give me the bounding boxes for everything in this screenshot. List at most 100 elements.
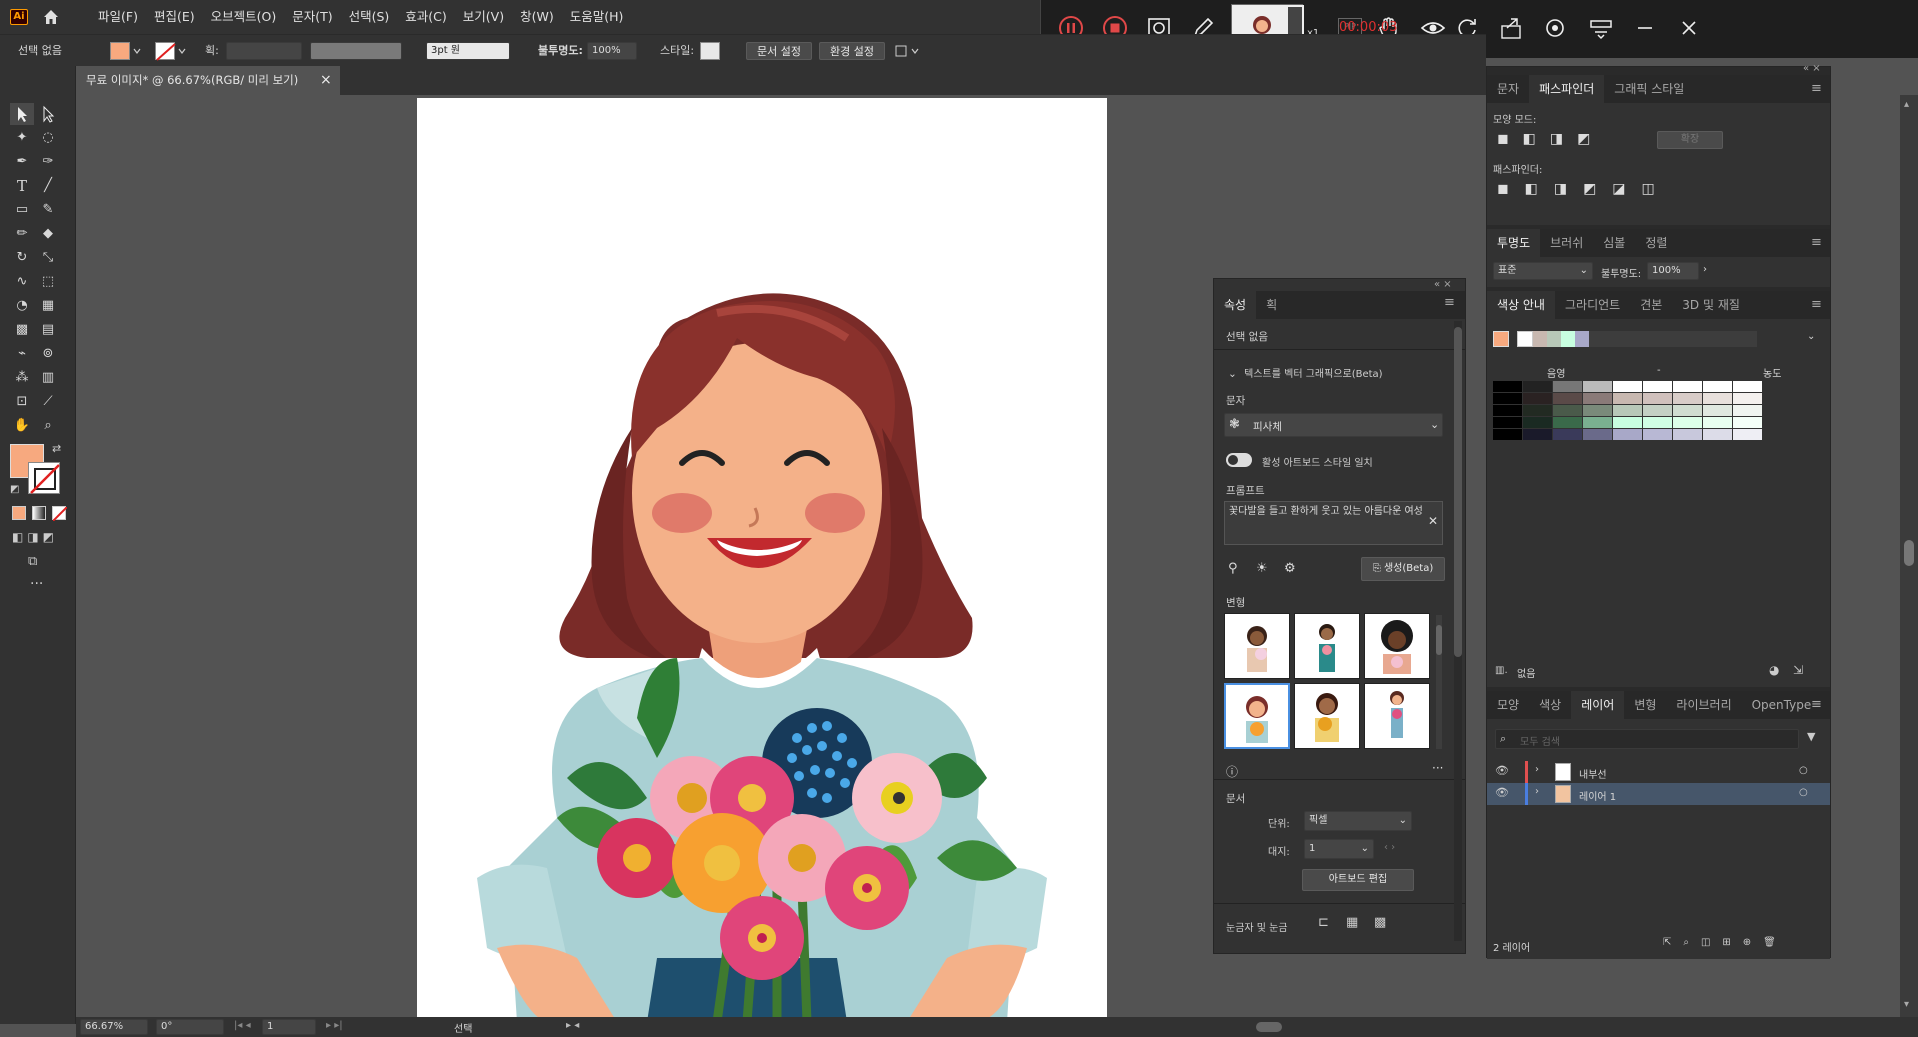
subject-select[interactable]: ❃ 피사체 ⌄ <box>1224 413 1443 437</box>
menu-item[interactable]: 효과(C) <box>397 0 454 34</box>
color-variations-grid[interactable] <box>1493 381 1823 465</box>
color-swatch[interactable] <box>1583 405 1612 416</box>
color-swatch[interactable] <box>1523 417 1552 428</box>
variation-thumbnail[interactable] <box>1294 613 1360 679</box>
fill-swatch[interactable] <box>110 42 130 60</box>
pathfinder-tab[interactable]: 그래픽 스타일 <box>1604 75 1694 103</box>
pathfinder-tab[interactable]: 패스파인더 <box>1529 75 1605 103</box>
color-swatch[interactable] <box>1583 381 1612 392</box>
drawing-modes-icon[interactable]: ◧◨◩ <box>12 530 66 546</box>
color-swatch[interactable] <box>1493 393 1522 404</box>
line-tool-icon[interactable]: ╱ <box>36 175 60 197</box>
color-swatch[interactable] <box>1523 393 1552 404</box>
document-tab[interactable]: 무료 이미지* @ 66.67%(RGB/ 미리 보기) × <box>76 66 340 95</box>
paintbrush-tool-icon[interactable]: ✎ <box>36 199 60 221</box>
menu-item[interactable]: 도움말(H) <box>562 0 632 34</box>
properties-tab[interactable]: 속성 <box>1214 291 1257 319</box>
type-tool-icon[interactable]: T <box>10 175 34 197</box>
rectangle-tool-icon[interactable]: ▭ <box>10 199 34 221</box>
chevron-down-icon[interactable]: ⌄ <box>1807 331 1815 342</box>
color-swatch[interactable] <box>1553 393 1582 404</box>
color-swatch[interactable] <box>1523 405 1552 416</box>
swap-colors-icon[interactable]: ⇄ <box>52 442 66 456</box>
settings-icon[interactable] <box>1541 14 1569 42</box>
warp-tool-icon[interactable]: ∿ <box>10 271 34 293</box>
filter-icon[interactable]: ▼ <box>1807 730 1815 743</box>
color-swatch[interactable] <box>1613 417 1642 428</box>
transparency-tab[interactable]: 브러쉬 <box>1540 229 1593 257</box>
color-swatch[interactable] <box>1703 381 1732 392</box>
more-options-icon[interactable]: ··· <box>1432 761 1443 775</box>
transparency-tab[interactable]: 심볼 <box>1593 229 1635 257</box>
transparency-tab[interactable]: 정렬 <box>1635 229 1677 257</box>
minimize-icon[interactable] <box>1631 14 1659 42</box>
document-setup-button[interactable]: 문서 설정 <box>746 42 812 60</box>
collapse-panel-icon[interactable]: « × <box>1434 279 1452 290</box>
pathfinder-buttons[interactable]: ◼◧◨◩◪◫ <box>1497 181 1717 199</box>
ruler-icon[interactable]: ⊏ <box>1318 915 1329 930</box>
panel-menu-icon[interactable]: ≡ <box>1811 697 1822 712</box>
color-swatch[interactable] <box>1733 405 1762 416</box>
visibility-eye-icon[interactable]: 👁 <box>1495 764 1509 777</box>
column-graph-tool-icon[interactable]: ▥ <box>36 367 60 389</box>
lasso-tool-icon[interactable]: ◌ <box>36 127 60 149</box>
scale-tool-icon[interactable]: ⤡ <box>36 247 60 269</box>
opacity-input[interactable]: 100% <box>1647 262 1699 280</box>
color-swatch[interactable] <box>1703 393 1732 404</box>
curvature-tool-icon[interactable]: ✑ <box>36 151 60 173</box>
color-swatch[interactable] <box>1673 393 1702 404</box>
grid-icon[interactable]: ▦ <box>1346 915 1358 930</box>
home-icon[interactable] <box>42 8 60 26</box>
color-swatch[interactable] <box>1523 429 1552 440</box>
layers-tab[interactable]: 변형 <box>1624 691 1666 719</box>
color-guide-tab[interactable]: 견본 <box>1630 291 1672 319</box>
clear-prompt-icon[interactable]: ✕ <box>1428 515 1438 528</box>
menu-item[interactable]: 파일(F) <box>90 0 146 34</box>
gradient-mode-icon[interactable] <box>32 506 46 520</box>
layers-search-input[interactable]: ⌕ 모두 검색 <box>1495 729 1799 749</box>
slice-tool-icon[interactable]: ⟋ <box>36 391 60 413</box>
visibility-eye-icon[interactable]: 👁 <box>1495 786 1509 799</box>
free-transform-tool-icon[interactable]: ⬚ <box>36 271 60 293</box>
menu-item[interactable]: 오브젝트(O) <box>203 0 285 34</box>
shape-builder-tool-icon[interactable]: ◔ <box>10 295 34 317</box>
color-swatch[interactable] <box>1703 417 1732 428</box>
variation-thumbnail[interactable] <box>1224 613 1290 679</box>
color-swatch[interactable] <box>1673 405 1702 416</box>
target-icon[interactable]: ○ <box>1799 787 1808 798</box>
effects-icon[interactable]: ☀ <box>1256 561 1268 576</box>
expand-button[interactable]: 확장 <box>1657 131 1723 149</box>
gradient-tool-icon[interactable]: ▤ <box>36 319 60 341</box>
layers-tab[interactable]: OpenType <box>1742 691 1822 719</box>
zoom-tool-icon[interactable]: ⌕ <box>36 415 60 437</box>
color-swatch[interactable] <box>1583 417 1612 428</box>
color-swatch[interactable] <box>1553 405 1582 416</box>
direct-selection-tool-icon[interactable] <box>36 103 60 125</box>
color-swatch[interactable] <box>1613 381 1642 392</box>
chevron-down-icon[interactable] <box>133 45 141 57</box>
color-swatch[interactable] <box>1493 417 1522 428</box>
collapse-dock-icon[interactable]: « × <box>1803 63 1821 74</box>
properties-tab[interactable]: 획 <box>1256 291 1287 319</box>
units-select[interactable]: 픽셀 ⌄ <box>1304 811 1412 831</box>
color-swatch[interactable] <box>1733 417 1762 428</box>
color-swatch[interactable] <box>1613 429 1642 440</box>
base-color-swatch[interactable] <box>1493 331 1509 347</box>
layer-actions-icons[interactable]: ⇱⌕◫⊞⊕🗑 <box>1663 937 1788 948</box>
variation-thumbnail-selected[interactable] <box>1224 683 1290 749</box>
color-swatch[interactable] <box>1673 381 1702 392</box>
eraser-tool-icon[interactable]: ◆ <box>36 223 60 245</box>
color-swatch[interactable] <box>1643 381 1672 392</box>
color-mode-icon[interactable] <box>12 506 26 520</box>
transparency-tab[interactable]: 투명도 <box>1487 229 1541 257</box>
limit-colors-icon[interactable]: ▥. <box>1495 665 1508 676</box>
color-swatch[interactable] <box>1703 429 1732 440</box>
color-swatch[interactable] <box>1553 429 1582 440</box>
panel-menu-icon[interactable]: ≡ <box>1811 297 1822 312</box>
panel-menu-icon[interactable]: ≡ <box>1811 235 1822 250</box>
artboard[interactable] <box>417 98 1107 1022</box>
color-swatch[interactable] <box>1493 381 1522 392</box>
color-guide-tab[interactable]: 3D 및 재질 <box>1672 291 1750 319</box>
layer-row[interactable]: 👁 › 내부선 ○ <box>1487 761 1830 783</box>
default-colors-icon[interactable]: ◩ <box>10 484 24 498</box>
